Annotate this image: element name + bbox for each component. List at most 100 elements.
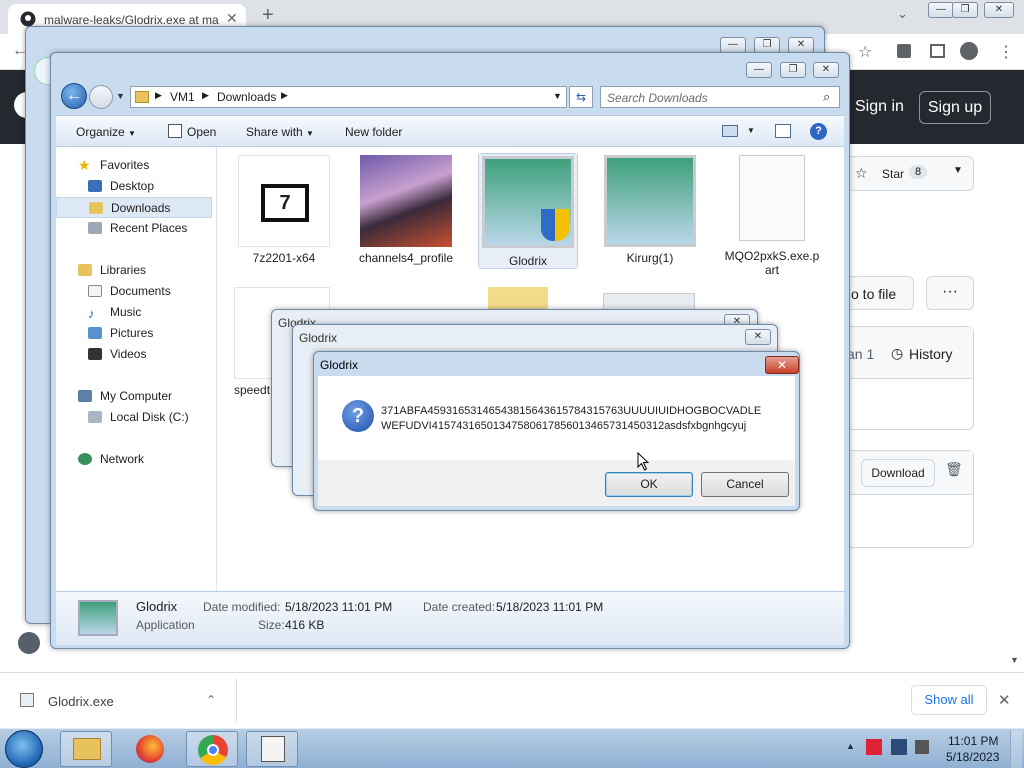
new-folder-button[interactable]: New folder: [345, 125, 402, 139]
size-label: Size:: [258, 618, 285, 632]
sidebar-item-pictures[interactable]: Pictures: [56, 323, 212, 344]
download-file-name[interactable]: Glodrix.exe: [48, 694, 114, 709]
chrome-restore-button[interactable]: ❐: [952, 2, 978, 18]
organize-menu[interactable]: Organize ▼: [76, 125, 136, 139]
dialog-button-bar: OK Cancel: [318, 460, 795, 506]
signup-button[interactable]: Sign up: [919, 91, 991, 124]
cancel-button[interactable]: Cancel: [701, 472, 789, 497]
command-bar: Organize ▼ Open Share with ▼ New folder …: [56, 115, 844, 147]
ok-button[interactable]: OK: [605, 472, 693, 497]
breadcrumb-vm1[interactable]: VM1: [170, 90, 195, 104]
refresh-icon[interactable]: ⇆: [569, 86, 593, 108]
recent-places-icon: [88, 222, 102, 234]
minimize-button[interactable]: —: [746, 62, 772, 78]
taskbar-chrome-button[interactable]: [186, 731, 238, 767]
uac-shield-icon: [541, 209, 569, 241]
help-icon[interactable]: ?: [810, 123, 827, 140]
bookmark-star-icon[interactable]: ☆: [858, 42, 872, 62]
sidebar-item-documents[interactable]: Documents: [56, 281, 212, 302]
dialog-message: 371ABFA45931653146543815643615784315763U…: [381, 404, 761, 434]
action-center-flag-icon[interactable]: [866, 739, 882, 755]
network-tray-icon[interactable]: [891, 739, 907, 755]
sidebar-item-music[interactable]: ♪ Music: [56, 302, 212, 323]
dialog-close-button[interactable]: ✕: [765, 356, 799, 374]
chrome-menu-icon[interactable]: ⋮: [998, 42, 1014, 62]
application-icon: [604, 155, 696, 247]
star-count: 8: [909, 165, 928, 179]
sidebar-item-desktop[interactable]: Desktop: [56, 176, 212, 197]
taskbar-explorer-button[interactable]: [60, 731, 112, 767]
trash-icon[interactable]: 🗑: [945, 461, 963, 478]
side-panel-icon[interactable]: [930, 44, 945, 58]
clock-date[interactable]: 5/18/2023: [946, 750, 999, 764]
sidebar-item-my-computer[interactable]: My Computer: [56, 386, 212, 407]
volume-muted-icon[interactable]: [915, 740, 929, 754]
download-raw-button[interactable]: Download: [861, 459, 935, 487]
more-options-button[interactable]: ···: [926, 276, 974, 310]
star-button[interactable]: ☆ Star 8 ▼: [846, 156, 974, 191]
bg-restore-button[interactable]: ❐: [754, 37, 780, 53]
bg-minimize-button[interactable]: —: [720, 37, 746, 53]
new-tab-button[interactable]: +: [262, 4, 274, 27]
preview-pane-icon[interactable]: [775, 124, 791, 138]
libraries-group[interactable]: Libraries: [56, 260, 212, 281]
details-name: Glodrix: [136, 599, 178, 614]
show-hidden-icons-icon[interactable]: ▲: [846, 741, 855, 751]
sidebar-item-downloads[interactable]: Downloads: [56, 197, 212, 218]
sidebar-item-local-disk[interactable]: Local Disk (C:): [56, 407, 212, 428]
view-dropdown-icon[interactable]: ▼: [747, 126, 755, 135]
address-dropdown-icon[interactable]: ▼: [553, 91, 562, 101]
search-box[interactable]: Search Downloads ⌕: [600, 86, 840, 108]
sidebar-item-videos[interactable]: Videos: [56, 344, 212, 365]
chrome-minimize-button[interactable]: —: [928, 2, 954, 18]
extensions-icon[interactable]: [897, 44, 911, 58]
signin-link[interactable]: Sign in: [855, 98, 904, 116]
tab-title: malware-leaks/Glodrix.exe at ma: [44, 13, 219, 27]
show-all-button[interactable]: Show all: [911, 685, 987, 715]
file-label: Kirurg(1): [626, 251, 674, 265]
favorites-label: Favorites: [100, 158, 150, 172]
sidebar-item-recent-places[interactable]: Recent Places: [56, 218, 212, 239]
libraries-icon: [78, 264, 92, 276]
history-dropdown-icon[interactable]: ▼: [116, 91, 125, 101]
history-link[interactable]: History: [909, 346, 953, 362]
close-tab-icon[interactable]: ✕: [226, 10, 238, 27]
start-button[interactable]: [5, 730, 43, 768]
back-button[interactable]: ←: [61, 83, 87, 109]
sidebar-item-network[interactable]: Network: [56, 449, 212, 470]
tab-search-icon[interactable]: ⌄: [897, 6, 908, 22]
bg-close-button[interactable]: ✕: [788, 37, 814, 53]
file-item[interactable]: MQO2pxkS.exe.part: [722, 155, 822, 277]
github-icon: [20, 11, 36, 27]
clock-time[interactable]: 11:01 PM: [948, 734, 998, 748]
taskbar-firefox-button[interactable]: [124, 732, 176, 766]
share-with-menu[interactable]: Share with ▼: [246, 125, 314, 139]
show-desktop-button[interactable]: [1010, 730, 1022, 768]
file-item[interactable]: Kirurg(1): [600, 155, 700, 265]
chevron-up-icon[interactable]: ⌃: [206, 693, 216, 707]
view-options-icon[interactable]: [722, 125, 738, 137]
dialog-message-line: 371ABFA45931653146543815643615784315763U…: [381, 405, 762, 417]
scroll-down-arrow-icon[interactable]: ▼: [1010, 655, 1019, 665]
file-item-selected[interactable]: Glodrix: [478, 153, 578, 269]
file-item[interactable]: channels4_profile: [356, 155, 456, 265]
search-placeholder: Search Downloads: [607, 91, 708, 105]
maximize-button[interactable]: ❐: [780, 62, 806, 78]
favorites-group[interactable]: ★ Favorites: [56, 155, 212, 176]
breadcrumb-downloads[interactable]: Downloads: [217, 90, 276, 104]
chrome-close-button[interactable]: ✕: [984, 2, 1014, 18]
address-bar[interactable]: ▶ VM1 ▶ Downloads ▶ ▼: [130, 86, 567, 108]
file-item[interactable]: 7 7z2201-x64: [234, 155, 334, 265]
taskbar-glodrix-button[interactable]: [246, 731, 298, 767]
close-download-bar-icon[interactable]: ✕: [998, 691, 1011, 709]
profile-avatar-icon[interactable]: [960, 42, 978, 60]
star-label: Star: [882, 167, 905, 181]
7zip-installer-icon: 7: [238, 155, 330, 247]
close-window-button[interactable]: ✕: [813, 62, 839, 78]
dialog-close-button[interactable]: ✕: [745, 329, 771, 345]
go-to-file-button[interactable]: o to file: [846, 276, 914, 310]
forward-button[interactable]: [89, 85, 113, 109]
breadcrumb-arrow-icon: ▶: [202, 90, 209, 100]
open-button[interactable]: Open: [187, 125, 216, 139]
application-icon: [261, 736, 285, 762]
